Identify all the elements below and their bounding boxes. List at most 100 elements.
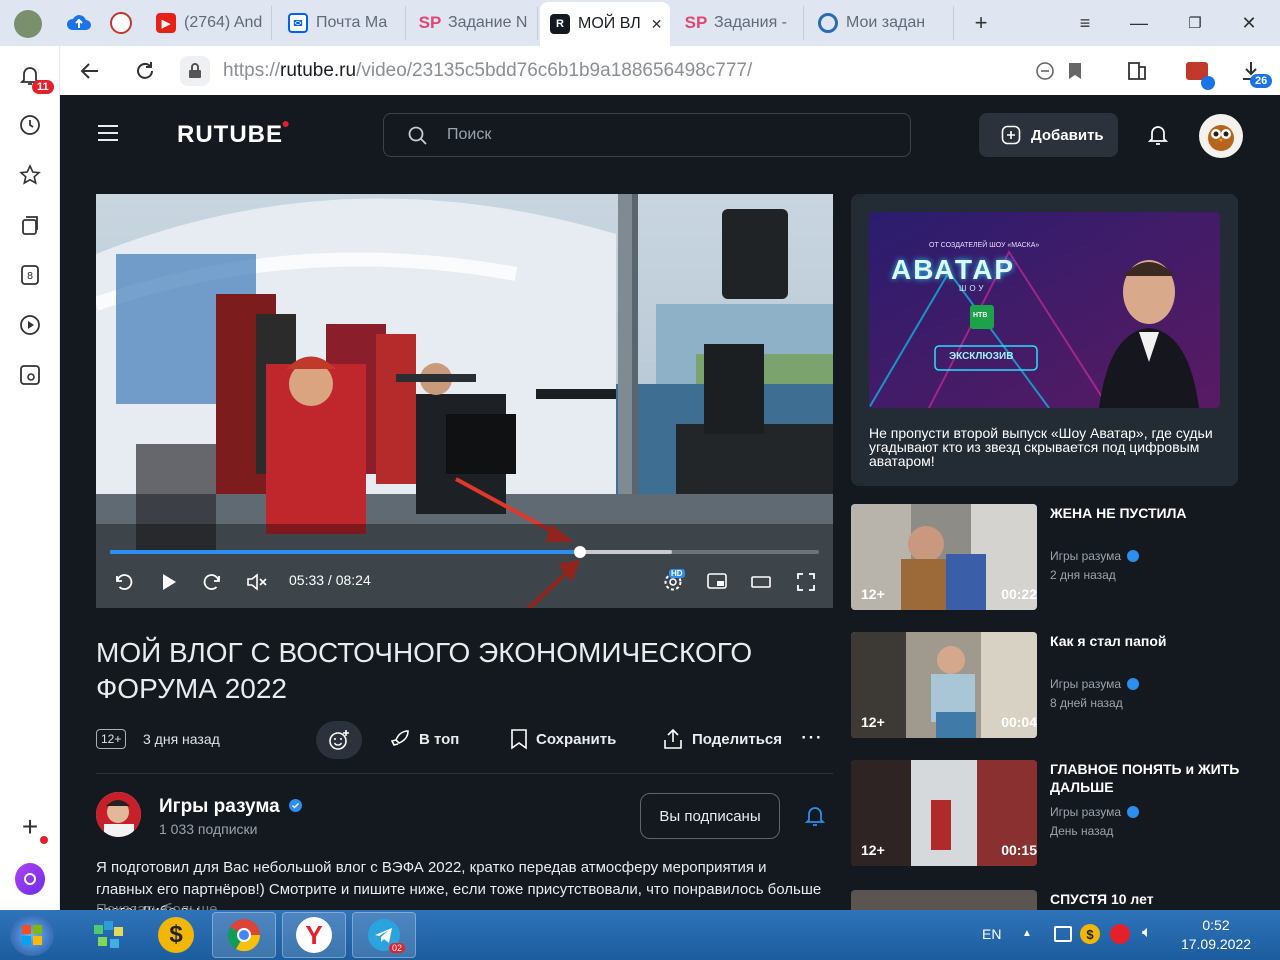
- promo-title: АВАТАР: [891, 254, 1016, 285]
- picture-in-picture-icon[interactable]: [704, 569, 730, 595]
- user-avatar[interactable]: [1199, 114, 1243, 158]
- rewind-10-icon[interactable]: [110, 569, 136, 595]
- tab-label: Задания -: [714, 14, 788, 31]
- svg-text:8: 8: [27, 271, 33, 282]
- show-more-link[interactable]: Показать больше: [96, 901, 217, 910]
- translate-icon[interactable]: [1030, 56, 1060, 86]
- recommendation-title[interactable]: СПУСТЯ 10 лет⁠: [1050, 890, 1245, 908]
- promo-banner[interactable]: ОТ СОЗДАТЕЛЕЙ ШОУ «МАСКА» АВАТАР ШОУ НТВ…: [869, 212, 1220, 408]
- yandex-icon: Y: [296, 917, 332, 953]
- menu-icon[interactable]: ≡: [1070, 8, 1100, 38]
- progress-handle[interactable]: [574, 546, 586, 558]
- save-button[interactable]: Сохранить: [510, 728, 616, 750]
- channel-name[interactable]: Игры разума: [159, 796, 303, 818]
- reload-icon[interactable]: [130, 56, 160, 86]
- collections-icon[interactable]: [15, 210, 45, 240]
- recommendation-title[interactable]: ГЛАВНОЕ ПОНЯТЬ и ЖИТЬ ДАЛЬШЕ⁠: [1050, 760, 1245, 796]
- promo-card[interactable]: ОТ СОЗДАТЕЛЕЙ ШОУ «МАСКА» АВАТАР ШОУ НТВ…: [851, 194, 1238, 486]
- new-tab-button[interactable]: +: [966, 8, 996, 38]
- browser-tab-strip: ▶ (2764) And ✉ Почта Ма SP Задание N R М…: [0, 0, 1280, 46]
- recommendation-channel[interactable]: Игры разума: [1050, 677, 1140, 691]
- taskbar-app-grid[interactable]: [76, 912, 140, 958]
- reader-icon[interactable]: [1122, 56, 1152, 86]
- channel-avatar[interactable]: [96, 792, 141, 837]
- tab-tasks[interactable]: SP Задания -: [676, 6, 804, 40]
- restore-icon[interactable]: ❐: [1180, 8, 1210, 38]
- taskbar-telegram[interactable]: 02: [352, 912, 416, 958]
- bookmark-icon[interactable]: [1060, 56, 1090, 86]
- tab-task[interactable]: SP Задание N: [410, 6, 538, 40]
- star-icon[interactable]: [15, 160, 45, 190]
- tab-mail[interactable]: ✉ Почта Ма: [278, 6, 406, 40]
- recommendation-card[interactable]: СПУСТЯ 10 лет⁠: [851, 890, 1251, 910]
- taskbar-chrome[interactable]: [212, 912, 276, 958]
- play-circle-icon[interactable]: [15, 310, 45, 340]
- share-button[interactable]: Поделиться: [662, 728, 782, 750]
- tab-label: МОЙ ВЛ: [578, 15, 641, 32]
- back-icon[interactable]: [75, 56, 105, 86]
- channel-bell-icon[interactable]: [804, 805, 826, 832]
- verified-icon: [1127, 550, 1140, 562]
- rutube-logo[interactable]: RUTUBE ●: [177, 115, 290, 149]
- language-indicator[interactable]: EN: [982, 926, 1001, 942]
- volume-icon[interactable]: 🔈︎: [1142, 924, 1152, 942]
- bookmark-outline-icon: [511, 729, 527, 750]
- history-icon[interactable]: [15, 110, 45, 140]
- cloud-upload-icon[interactable]: [66, 12, 92, 34]
- more-options-icon[interactable]: ⋯: [800, 724, 823, 750]
- clock-date: 17.09.2022: [1180, 936, 1252, 952]
- browser-sidebar: 11 8 +: [0, 46, 60, 910]
- add-video-button[interactable]: Добавить: [979, 113, 1118, 157]
- lock-icon[interactable]: [180, 56, 210, 86]
- recommendation-card[interactable]: 12+ 00:15 ГЛАВНОЕ ПОНЯТЬ и ЖИТЬ ДАЛЬШЕ⁠ …: [851, 760, 1251, 866]
- search-input[interactable]: Поиск: [383, 113, 911, 157]
- theater-mode-icon[interactable]: [748, 569, 774, 595]
- hamburger-icon[interactable]: [98, 125, 118, 141]
- play-icon[interactable]: [156, 569, 182, 595]
- fullscreen-icon[interactable]: [793, 569, 819, 595]
- pinned-tab-icon[interactable]: [110, 12, 132, 34]
- video-frame: [96, 194, 833, 608]
- video-thumbnail[interactable]: [851, 890, 1037, 910]
- video-player[interactable]: 05:33 / 08:24 HD: [96, 194, 833, 608]
- tab-youtube[interactable]: ▶ (2764) And: [146, 6, 272, 40]
- to-top-button[interactable]: В топ: [389, 728, 459, 750]
- notification-bell-icon[interactable]: [1147, 124, 1169, 151]
- screenshot-icon[interactable]: [15, 360, 45, 390]
- tab-rutube[interactable]: R МОЙ ВЛ ✕: [540, 2, 670, 46]
- recommendation-title[interactable]: ЖЕНА НЕ ПУСТИЛА⁠: [1050, 504, 1245, 522]
- network-icon[interactable]: [1054, 926, 1072, 942]
- tray-expand-icon[interactable]: ▲: [1022, 928, 1032, 939]
- share-label: Поделиться: [692, 730, 783, 748]
- tab-close-icon[interactable]: ✕: [651, 16, 663, 33]
- taskbar-yandex[interactable]: Y: [282, 912, 346, 958]
- hd-badge: HD: [669, 569, 685, 578]
- taskbar-dollar-app[interactable]: $: [144, 912, 208, 958]
- duration-label: 00:04: [1001, 714, 1037, 730]
- recommendation-card[interactable]: 12+ 00:22 ЖЕНА НЕ ПУСТИЛА⁠ Игры разума 2…: [851, 504, 1251, 610]
- tray-app-icon[interactable]: [1110, 924, 1130, 944]
- youtube-icon: ▶: [156, 13, 176, 33]
- recommendation-title[interactable]: Как я стал папой⁠: [1050, 632, 1245, 650]
- subscribed-button[interactable]: Вы подписаны: [640, 793, 780, 839]
- tab-my-tasks[interactable]: Мои задан: [808, 6, 954, 40]
- recommendation-card[interactable]: 12+ 00:04 Как я стал папой⁠ Игры разума …: [851, 632, 1251, 738]
- recommendation-channel[interactable]: Игры разума: [1050, 805, 1140, 819]
- profile-avatar[interactable]: [14, 10, 42, 38]
- mute-icon[interactable]: [244, 569, 270, 595]
- start-button[interactable]: [10, 914, 54, 956]
- url-field[interactable]: https://rutube.ru/video/23135c5bdd76c6b1…: [223, 60, 752, 82]
- eight-icon[interactable]: 8: [15, 260, 45, 290]
- close-window-icon[interactable]: ✕: [1234, 8, 1264, 38]
- minimize-icon[interactable]: —: [1124, 8, 1154, 38]
- reaction-button[interactable]: [316, 721, 362, 759]
- tray-dollar-icon[interactable]: $: [1080, 924, 1100, 944]
- chrome-icon: [227, 919, 261, 952]
- extension-check-icon: [1201, 76, 1215, 90]
- taskbar: $ Y 02 EN ▲ $ 🔈︎ 0:52 17.09.2022: [0, 910, 1280, 960]
- forward-10-icon[interactable]: [200, 569, 226, 595]
- recommendation-channel[interactable]: Игры разума: [1050, 549, 1140, 563]
- clock[interactable]: 0:52 17.09.2022: [1176, 916, 1256, 954]
- verified-icon: [1127, 806, 1140, 818]
- alice-icon[interactable]: [15, 863, 45, 895]
